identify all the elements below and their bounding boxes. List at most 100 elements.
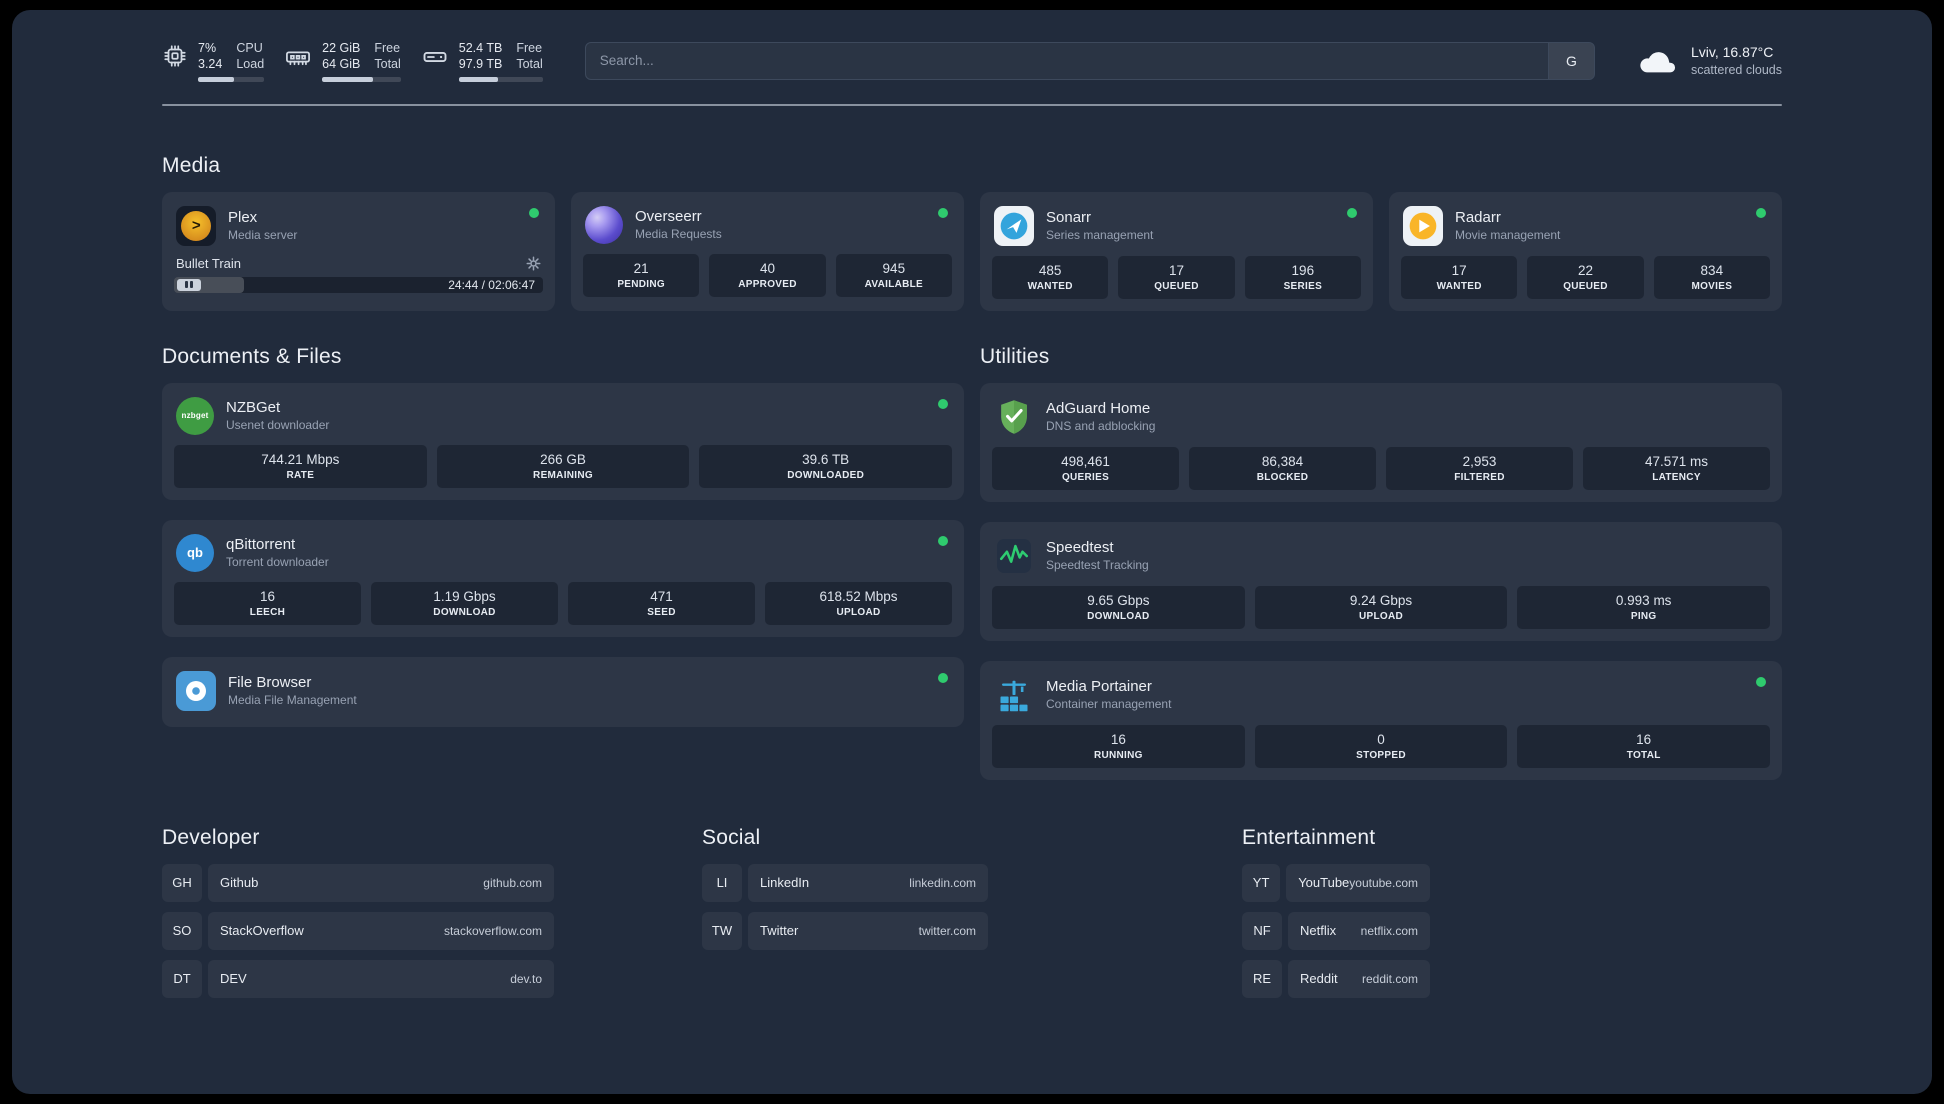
section-title-social: Social	[702, 825, 761, 849]
pause-button[interactable]	[177, 278, 201, 291]
app-link-radarr[interactable]: Radarr Movie management	[1401, 202, 1770, 254]
bookmark-name: StackOverflow	[220, 923, 304, 938]
stat-value: 16	[259, 588, 276, 604]
bookmark-abbr: GH	[162, 863, 202, 902]
app-card-plex: > Plex Media server Bullet Train 24:44 /…	[162, 191, 555, 311]
stat-label: PING	[1630, 610, 1657, 622]
stat-tile: 2,953 FILTERED	[1386, 446, 1573, 490]
disk-total-label: Total	[516, 57, 543, 72]
disk-total-value: 97.9 TB	[458, 57, 503, 72]
bookmark-dev-to[interactable]: DT DEV dev.to	[162, 959, 554, 998]
status-dot	[529, 207, 539, 218]
app-name: Overseerr	[635, 208, 702, 225]
stat-tile: 485 WANTED	[992, 255, 1109, 299]
app-subtitle: Movie management	[1455, 228, 1561, 242]
disk-free-label: Free	[516, 41, 543, 55]
stat-label: APPROVED	[738, 278, 797, 290]
status-dot	[938, 207, 948, 218]
app-link-nzbget[interactable]: nzbget NZBGet Usenet downloader	[174, 393, 952, 443]
settings-icon[interactable]	[526, 256, 541, 271]
app-card-sonarr: Sonarr Series management 485 WANTED 17 Q…	[980, 191, 1373, 311]
stat-value: 196	[1291, 262, 1315, 278]
stat-label: REMAINING	[533, 469, 593, 481]
section-title-documents: Documents & Files	[162, 344, 342, 368]
app-link-plex[interactable]: > Plex Media server	[174, 202, 543, 254]
search-bar: G	[584, 41, 1595, 80]
stat-value: 47.571 ms	[1644, 453, 1709, 469]
search-input[interactable]	[585, 42, 1548, 79]
stat-tile: 0 STOPPED	[1254, 724, 1508, 768]
stat-value: 9.65 Gbps	[1087, 592, 1150, 608]
bookmark-netflix[interactable]: NF Netflix netflix.com	[1242, 911, 1430, 950]
now-playing-title: Bullet Train	[176, 255, 242, 271]
bookmark-url: youtube.com	[1349, 875, 1418, 890]
app-name: Radarr	[1455, 209, 1501, 226]
app-subtitle: Usenet downloader	[226, 418, 330, 432]
app-link-adguard[interactable]: AdGuard Home DNS and adblocking	[992, 393, 1770, 445]
stat-value: 21	[633, 260, 649, 276]
bookmark-youtube[interactable]: YT YouTube youtube.com	[1242, 863, 1430, 902]
bookmark-abbr: SO	[162, 911, 202, 950]
app-name: AdGuard Home	[1046, 400, 1151, 417]
stat-label: SERIES	[1283, 280, 1323, 292]
bookmark-reddit[interactable]: RE Reddit reddit.com	[1242, 959, 1430, 998]
bookmark-url: reddit.com	[1361, 971, 1418, 986]
app-link-sonarr[interactable]: Sonarr Series management	[992, 202, 1361, 254]
stat-label: LATENCY	[1652, 471, 1701, 483]
stat-tile: 40 APPROVED	[709, 253, 826, 297]
cpu-label: CPU	[236, 41, 263, 55]
app-card-nzbget: nzbget NZBGet Usenet downloader 744.21 M…	[162, 382, 964, 500]
status-dot	[1756, 207, 1766, 218]
stat-label: TOTAL	[1626, 749, 1661, 761]
app-name: NZBGet	[226, 399, 281, 416]
status-dot	[938, 398, 948, 409]
app-subtitle: Container management	[1046, 697, 1172, 711]
cpu-load-value: 3.24	[198, 57, 223, 72]
bookmark-name: Twitter	[760, 923, 799, 938]
sonarr-icon	[994, 205, 1034, 246]
stat-value: 834	[1700, 262, 1724, 278]
playback-progress-bar[interactable]: 24:44 / 02:06:47	[174, 276, 543, 293]
bookmark-url: stackoverflow.com	[443, 923, 542, 938]
memory-progress-bar	[322, 76, 401, 82]
stat-label: AVAILABLE	[864, 278, 924, 290]
stat-value: 40	[759, 260, 775, 276]
bookmark-twitter[interactable]: TW Twitter twitter.com	[702, 911, 988, 950]
overseerr-icon	[585, 205, 623, 244]
app-name: Plex	[228, 209, 258, 226]
app-subtitle: Media server	[228, 228, 298, 242]
disk-icon	[421, 43, 449, 71]
stat-tile: 0.993 ms PING	[1517, 585, 1771, 629]
app-link-qbittorrent[interactable]: qb qBittorrent Torrent downloader	[174, 530, 952, 580]
qbittorrent-icon: qb	[176, 533, 214, 572]
stat-value: 266 GB	[540, 451, 586, 467]
app-link-overseerr[interactable]: Overseerr Media Requests	[583, 202, 952, 252]
stat-label: QUEUED	[1563, 280, 1608, 292]
stat-tile: 17 WANTED	[1401, 255, 1518, 299]
search-provider-button[interactable]: G	[1547, 42, 1594, 79]
bookmark-url: github.com	[483, 875, 542, 890]
app-link-filebrowser[interactable]: File Browser Media File Management	[174, 667, 952, 715]
app-link-speedtest[interactable]: Speedtest Speedtest Tracking	[992, 532, 1770, 584]
stat-tile: 16 LEECH	[174, 581, 361, 625]
app-card-filebrowser: File Browser Media File Management	[162, 656, 964, 727]
stat-label: QUEUED	[1154, 280, 1199, 292]
cpu-percent: 7%	[198, 41, 217, 55]
bookmark-name: Reddit	[1300, 971, 1338, 986]
app-link-portainer[interactable]: Media Portainer Container management	[992, 671, 1770, 723]
memory-icon	[284, 43, 312, 71]
stat-value: 471	[650, 588, 673, 604]
bookmark-linkedin[interactable]: LI LinkedIn linkedin.com	[702, 863, 988, 902]
stat-value: 9.24 Gbps	[1349, 592, 1413, 608]
app-subtitle: Torrent downloader	[226, 555, 329, 569]
speedtest-icon	[994, 536, 1034, 576]
memory-total-label: Total	[374, 57, 401, 72]
bookmark-abbr: DT	[162, 959, 202, 998]
bookmark-stackoverflow[interactable]: SO StackOverflow stackoverflow.com	[162, 911, 554, 950]
app-card-adguard: AdGuard Home DNS and adblocking 498,461 …	[980, 382, 1782, 502]
app-card-portainer: Media Portainer Container management 16 …	[980, 660, 1782, 780]
app-name: File Browser	[228, 674, 312, 691]
bookmark-github[interactable]: GH Github github.com	[162, 863, 554, 902]
stat-value: 22	[1577, 262, 1593, 278]
section-title-utilities: Utilities	[980, 344, 1050, 368]
